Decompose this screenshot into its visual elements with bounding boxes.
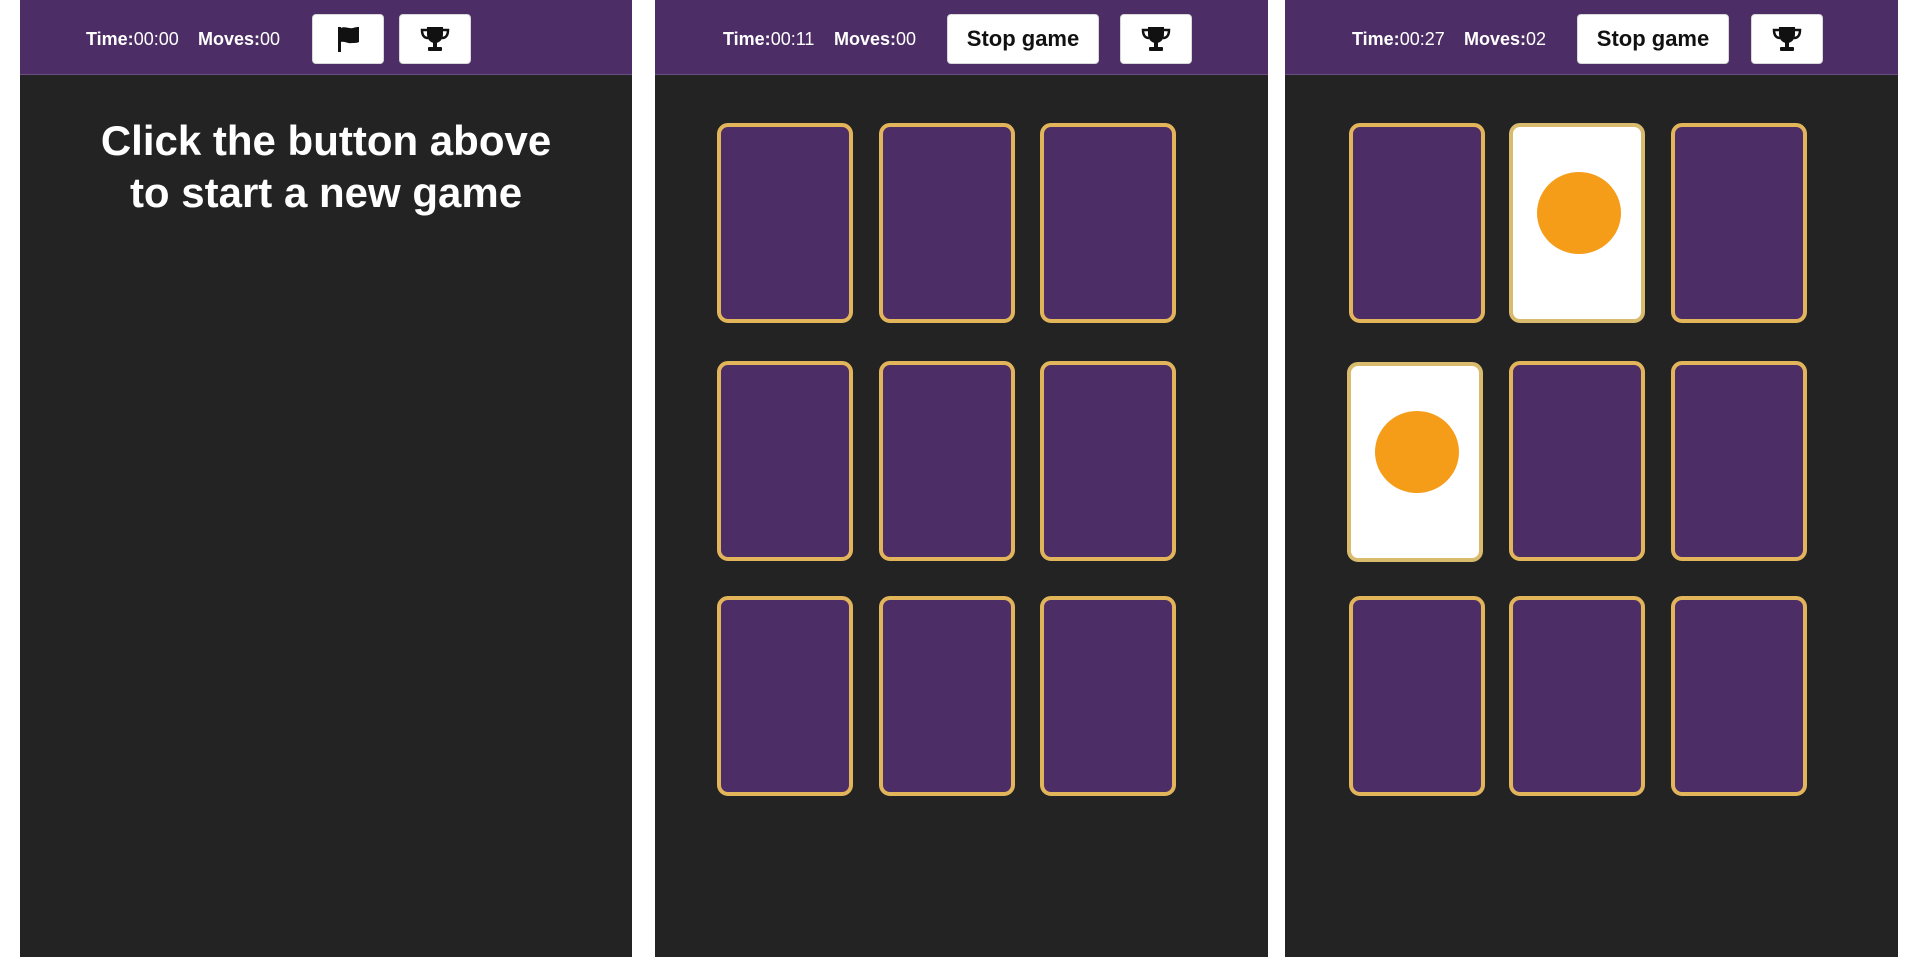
stop-game-button[interactable]: Stop game bbox=[947, 14, 1099, 64]
moves-display: Moves:00 bbox=[198, 28, 280, 50]
instruction-line-2: to start a new game bbox=[129, 169, 523, 216]
moves-value: 00 bbox=[896, 29, 917, 49]
orange-circle-icon bbox=[1537, 172, 1621, 254]
trophy-icon bbox=[1772, 27, 1802, 51]
game-panel-in-progress: Time:00:27 Moves:02 Stop game bbox=[1285, 0, 1898, 957]
memory-card-3[interactable] bbox=[1040, 123, 1176, 323]
memory-card-4[interactable] bbox=[717, 361, 853, 561]
moves-label: Moves: bbox=[1464, 29, 1527, 49]
time-value: 00:27 bbox=[1399, 29, 1445, 49]
stop-game-button[interactable]: Stop game bbox=[1577, 14, 1729, 64]
moves-display: Moves:02 bbox=[1464, 28, 1546, 50]
game-panel-started: Time:00:11 Moves:00 Stop game bbox=[655, 0, 1268, 957]
memory-card-1[interactable] bbox=[1349, 123, 1485, 323]
game-panel-idle: Time:00:00 Moves:00 Click the button abo… bbox=[20, 0, 632, 957]
memory-card-5[interactable] bbox=[1509, 361, 1645, 561]
memory-card-9[interactable] bbox=[1671, 596, 1807, 796]
moves-label: Moves: bbox=[198, 29, 261, 49]
time-label: Time: bbox=[723, 29, 771, 49]
moves-label: Moves: bbox=[834, 29, 897, 49]
instruction-line-1: Click the button above bbox=[100, 117, 552, 164]
stop-game-label: Stop game bbox=[966, 26, 1080, 51]
time-label: Time: bbox=[86, 29, 134, 49]
game-header: Time:00:11 Moves:00 Stop game bbox=[655, 0, 1268, 75]
start-instruction: Click the button above to start a new ga… bbox=[20, 115, 632, 219]
memory-card-3[interactable] bbox=[1671, 123, 1807, 323]
memory-card-7[interactable] bbox=[1349, 596, 1485, 796]
leaderboard-button[interactable] bbox=[1751, 14, 1823, 64]
moves-value: 00 bbox=[260, 29, 281, 49]
memory-card-9[interactable] bbox=[1040, 596, 1176, 796]
trophy-icon bbox=[420, 27, 450, 51]
memory-card-2[interactable] bbox=[879, 123, 1015, 323]
memory-card-6[interactable] bbox=[1671, 361, 1807, 561]
start-game-button[interactable] bbox=[312, 14, 384, 64]
orange-circle-icon bbox=[1375, 411, 1459, 493]
time-display: Time:00:27 bbox=[1352, 28, 1445, 50]
memory-card-6[interactable] bbox=[1040, 361, 1176, 561]
stop-game-label: Stop game bbox=[1596, 26, 1710, 51]
time-display: Time:00:11 bbox=[723, 28, 814, 50]
memory-card-8[interactable] bbox=[879, 596, 1015, 796]
moves-display: Moves:00 bbox=[834, 28, 916, 50]
memory-card-7[interactable] bbox=[717, 596, 853, 796]
memory-card-4-revealed[interactable] bbox=[1347, 362, 1483, 562]
moves-value: 02 bbox=[1526, 29, 1547, 49]
memory-card-8[interactable] bbox=[1509, 596, 1645, 796]
memory-card-5[interactable] bbox=[879, 361, 1015, 561]
time-value: 00:00 bbox=[133, 29, 179, 49]
flag-icon bbox=[338, 27, 359, 52]
leaderboard-button[interactable] bbox=[1120, 14, 1192, 64]
time-label: Time: bbox=[1352, 29, 1400, 49]
memory-card-1[interactable] bbox=[717, 123, 853, 323]
time-value: 00:11 bbox=[770, 29, 815, 49]
trophy-icon bbox=[1141, 27, 1171, 51]
game-header: Time:00:00 Moves:00 bbox=[20, 0, 632, 75]
game-header: Time:00:27 Moves:02 Stop game bbox=[1285, 0, 1898, 75]
time-display: Time:00:00 bbox=[86, 28, 179, 50]
leaderboard-button[interactable] bbox=[399, 14, 471, 64]
memory-card-2-revealed[interactable] bbox=[1509, 123, 1645, 323]
